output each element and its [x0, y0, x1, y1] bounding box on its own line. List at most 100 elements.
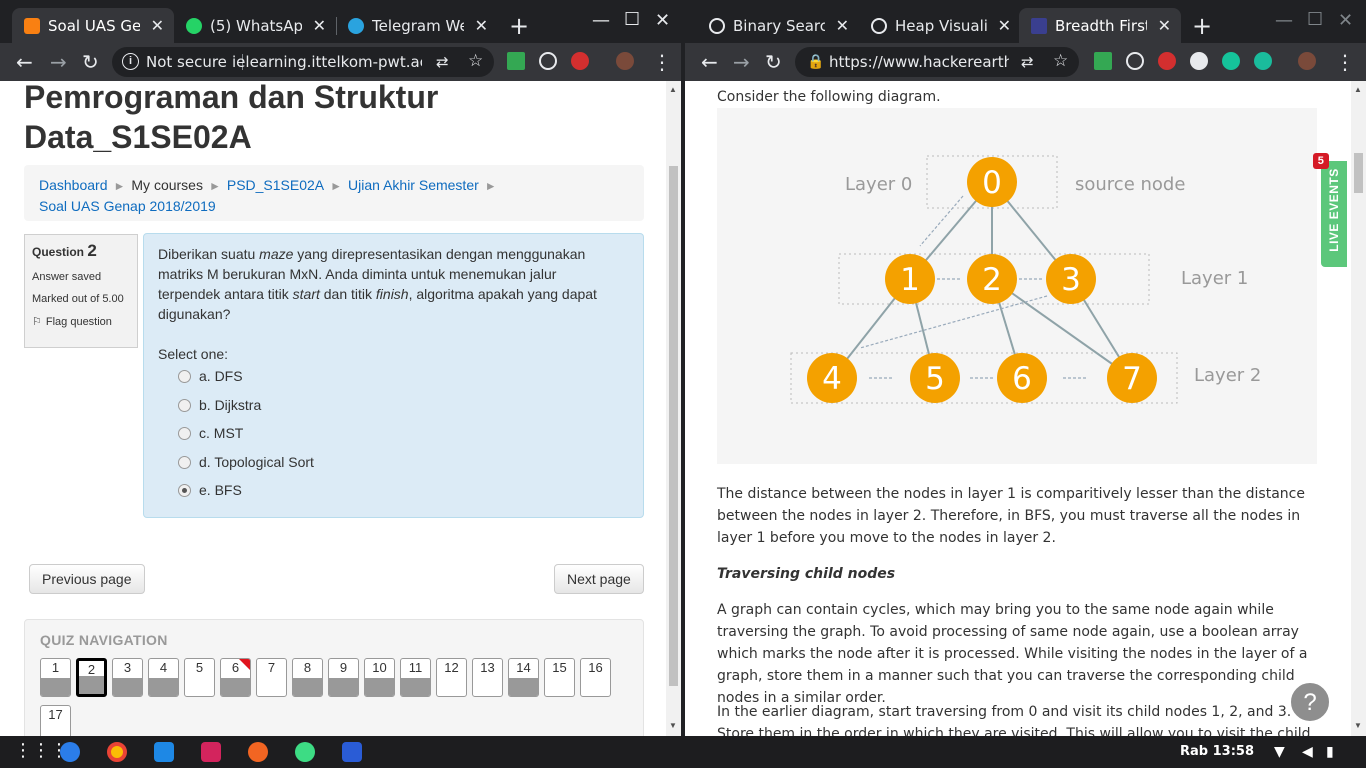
wifi-icon[interactable]: ▼ [1274, 744, 1285, 760]
quiz-nav-button[interactable]: 17 [40, 705, 71, 736]
answer-option[interactable]: d. Topological Sort [158, 450, 629, 479]
scroll-down-icon[interactable]: ▼ [669, 721, 677, 730]
flag-question-link[interactable]: ⚐ Flag question [32, 315, 130, 329]
profile-avatar-icon[interactable] [1298, 52, 1316, 70]
reload-icon[interactable]: ↻ [82, 51, 99, 73]
radio-button[interactable] [178, 398, 191, 412]
close-tab-icon[interactable]: ✕ [998, 16, 1011, 35]
breadcrumb-course[interactable]: PSD_S1SE02A [227, 177, 324, 193]
close-tab-icon[interactable]: ✕ [1158, 16, 1171, 35]
answer-option[interactable]: c. MST [158, 421, 629, 450]
chrome-app-icon[interactable] [107, 742, 127, 762]
live-events-tab[interactable]: LIVE EVENTS 5 [1313, 153, 1347, 267]
quiz-nav-button[interactable]: 5 [184, 658, 215, 697]
omnibox[interactable]: 🔒 https://www.hackerearth.... ⇄ ☆ [795, 47, 1079, 77]
vscode-app-icon[interactable] [154, 742, 174, 762]
forward-icon[interactable]: → [733, 51, 750, 73]
radio-button[interactable] [178, 370, 191, 383]
bookmark-star-icon[interactable]: ☆ [1053, 50, 1068, 72]
files-app-icon[interactable] [60, 742, 80, 762]
translate-icon[interactable]: ⇄ [1021, 51, 1034, 73]
react-devtools-icon[interactable] [1126, 52, 1144, 70]
download-extension-icon[interactable] [1094, 52, 1112, 70]
answer-option[interactable]: e. BFS [158, 478, 629, 507]
close-tab-icon[interactable]: ✕ [475, 16, 488, 35]
new-tab-icon[interactable]: + [509, 12, 529, 40]
quiz-nav-button[interactable]: 14 [508, 658, 539, 697]
quiz-nav-button[interactable]: 4 [148, 658, 179, 697]
tab-heap-visualization[interactable]: Heap Visualiz ✕ [859, 8, 1021, 43]
tab-telegram[interactable]: Telegram Web ✕ [336, 8, 498, 43]
back-icon[interactable]: ← [701, 51, 718, 73]
grammarly-icon[interactable] [1222, 52, 1240, 70]
postman-app-icon[interactable] [248, 742, 268, 762]
quiz-nav-button[interactable]: 11 [400, 658, 431, 697]
scroll-up-icon[interactable]: ▲ [669, 85, 677, 94]
quiz-nav-button[interactable]: 8 [292, 658, 323, 697]
tab-breadth-first[interactable]: Breadth First ✕ [1019, 8, 1181, 43]
close-window-icon[interactable]: ✕ [655, 10, 670, 31]
maximize-icon[interactable]: ☐ [1307, 9, 1323, 30]
back-icon[interactable]: ← [16, 51, 33, 73]
scroll-up-icon[interactable]: ▲ [1354, 85, 1362, 94]
quiz-nav-button[interactable]: 15 [544, 658, 575, 697]
menu-kebab-icon[interactable]: ⋮ [652, 51, 672, 73]
radio-button[interactable] [178, 484, 191, 497]
forward-icon[interactable]: → [50, 51, 67, 73]
quiz-nav-button[interactable]: 10 [364, 658, 395, 697]
omnibox[interactable]: i Not secure ielearning.ittelkom-pwt.ac.… [112, 47, 494, 77]
minimize-icon[interactable]: — [592, 10, 610, 31]
quiz-nav-button[interactable]: 7 [256, 658, 287, 697]
info-icon[interactable]: i [122, 53, 139, 70]
bookmark-star-icon[interactable]: ☆ [468, 50, 483, 72]
help-icon[interactable]: ? [1289, 681, 1331, 723]
volume-icon[interactable]: ◀ [1302, 744, 1313, 760]
radio-button[interactable] [178, 455, 191, 469]
scroll-thumb[interactable] [669, 166, 678, 686]
scroll-down-icon[interactable]: ▼ [1354, 721, 1362, 730]
tab-soal-uas[interactable]: Soal UAS Genap ✕ [12, 8, 174, 43]
wps-writer-icon[interactable] [342, 742, 362, 762]
close-tab-icon[interactable]: ✕ [836, 16, 849, 35]
reload-icon[interactable]: ↻ [765, 51, 782, 73]
quiz-nav-button[interactable]: 9 [328, 658, 359, 697]
mendeley-icon[interactable] [1254, 52, 1272, 70]
breadcrumb-soal[interactable]: Soal UAS Genap 2018/2019 [39, 198, 216, 214]
close-tab-icon[interactable]: ✕ [151, 16, 164, 35]
close-tab-icon[interactable]: ✕ [313, 16, 326, 35]
quiz-nav-button[interactable]: 1 [40, 658, 71, 697]
quiz-nav-button[interactable]: 12 [436, 658, 467, 697]
quiz-nav-button[interactable]: 16 [580, 658, 611, 697]
minimize-icon[interactable]: — [1275, 10, 1293, 31]
react-devtools-icon[interactable] [539, 52, 557, 70]
quiz-nav-button[interactable]: 2 [76, 658, 107, 697]
answer-option[interactable]: a. DFS [158, 364, 629, 393]
scroll-thumb[interactable] [1354, 153, 1363, 193]
menu-kebab-icon[interactable]: ⋮ [1335, 51, 1355, 73]
clock[interactable]: Rab 13:58 [1180, 744, 1254, 759]
previous-page-button[interactable]: Previous page [29, 564, 145, 594]
quiz-nav-button[interactable]: 3 [112, 658, 143, 697]
quiz-nav-button[interactable]: 13 [472, 658, 503, 697]
radio-button[interactable] [178, 427, 191, 440]
left-scrollbar[interactable]: ▲ ▼ [666, 81, 681, 736]
breadcrumb-dashboard[interactable]: Dashboard [39, 177, 108, 193]
close-window-icon[interactable]: ✕ [1338, 10, 1353, 31]
android-studio-icon[interactable] [295, 742, 315, 762]
translate-icon[interactable]: ⇄ [436, 51, 449, 73]
next-page-button[interactable]: Next page [554, 564, 644, 594]
quiz-nav-button[interactable]: 6 [220, 658, 251, 697]
paw-extension-icon[interactable] [1158, 52, 1176, 70]
right-scrollbar[interactable]: ▲ ▼ [1351, 81, 1366, 736]
new-tab-icon[interactable]: + [1192, 12, 1212, 40]
intellij-app-icon[interactable] [201, 742, 221, 762]
profile-avatar-icon[interactable] [616, 52, 634, 70]
tab-whatsapp[interactable]: (5) WhatsApp ✕ [174, 8, 336, 43]
paw-extension-icon[interactable] [571, 52, 589, 70]
breadcrumb-ujian[interactable]: Ujian Akhir Semester [348, 177, 479, 193]
battery-icon[interactable]: ▮ [1326, 744, 1334, 760]
github-extension-icon[interactable] [1190, 52, 1208, 70]
maximize-icon[interactable]: ☐ [624, 9, 640, 30]
answer-option[interactable]: b. Dijkstra [158, 393, 629, 422]
download-extension-icon[interactable] [507, 52, 525, 70]
